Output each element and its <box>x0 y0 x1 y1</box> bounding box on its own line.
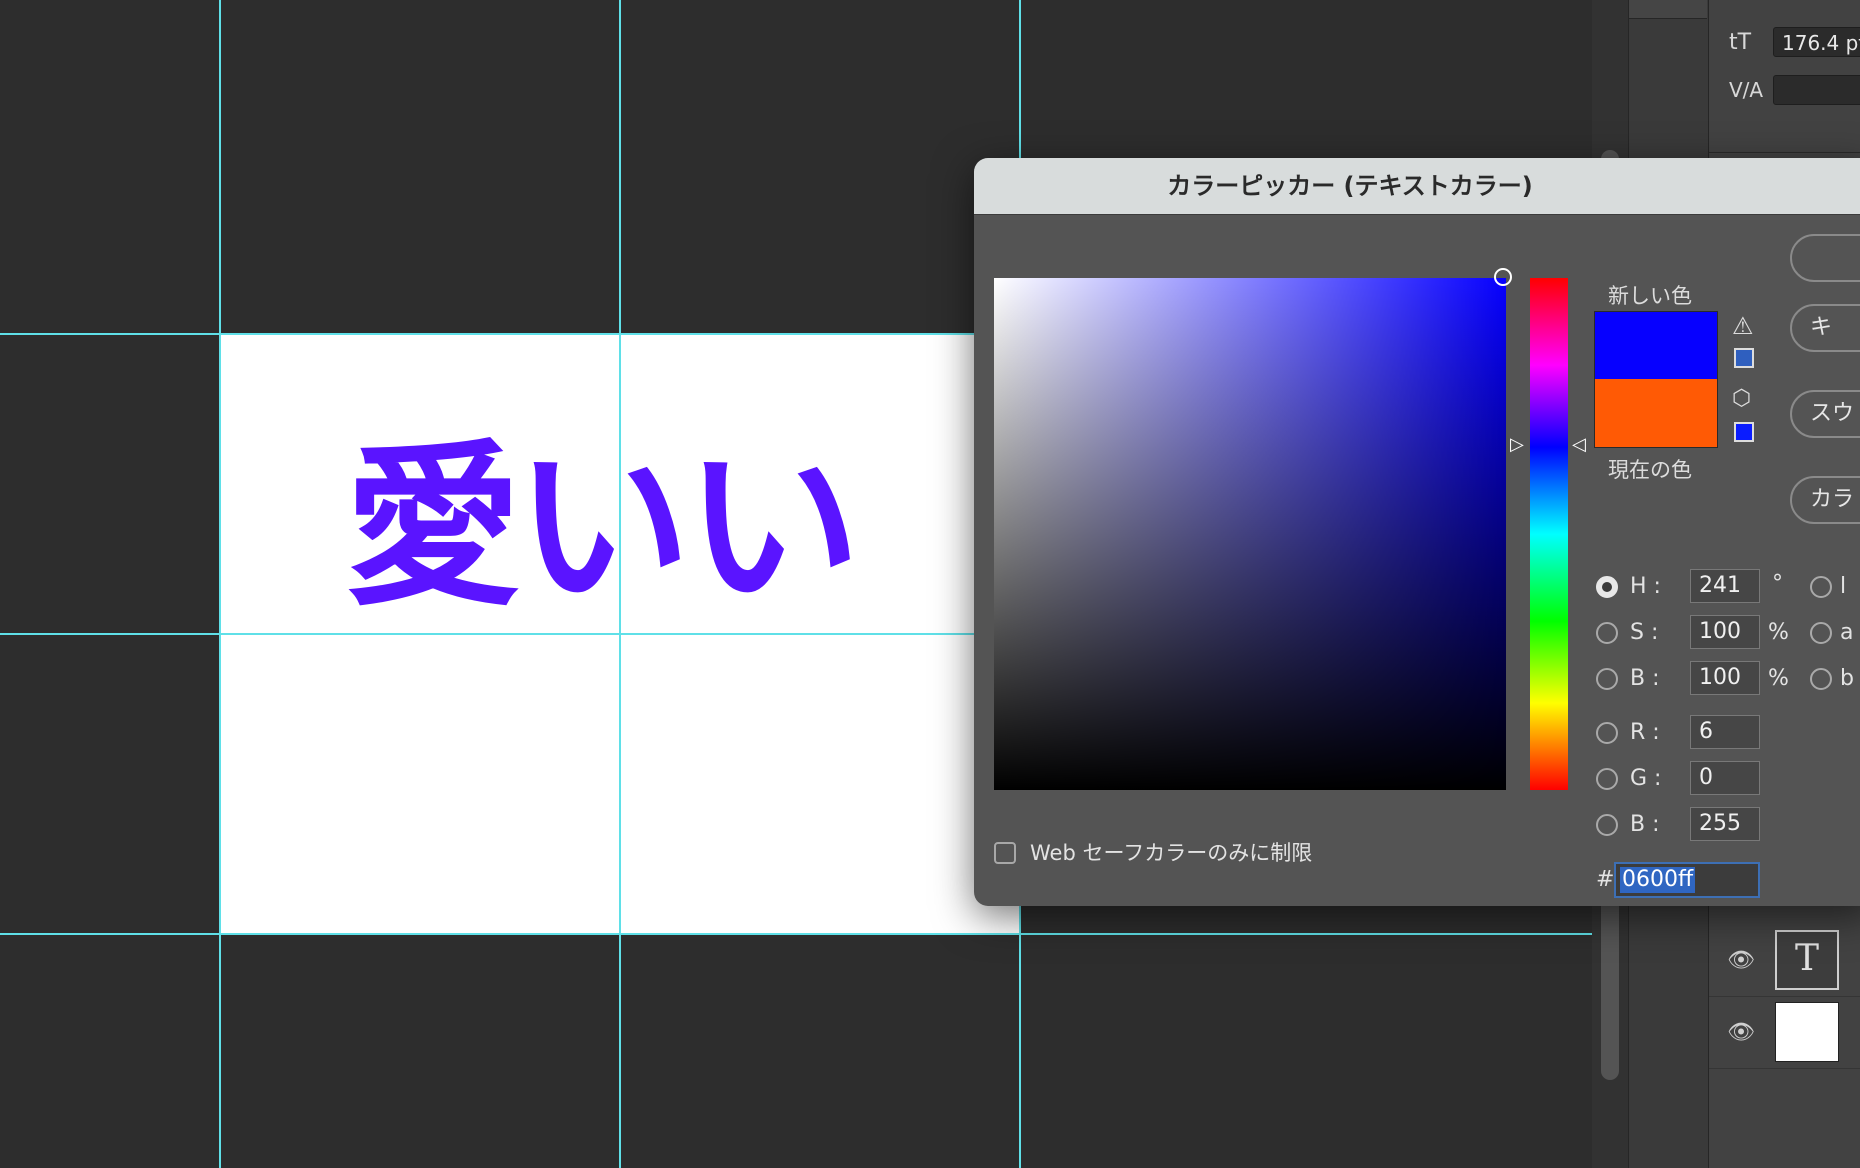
web-safe-label: Web セーフカラーのみに制限 <box>1030 841 1313 865</box>
red-field[interactable]: 6 <box>1690 715 1760 749</box>
hue-slider-left-arrow[interactable]: ▷ <box>1510 436 1524 454</box>
hue-slider[interactable] <box>1530 278 1568 790</box>
guide-vertical[interactable] <box>219 0 221 1168</box>
brightness-radio[interactable] <box>1596 668 1618 690</box>
current-color-label: 現在の色 <box>1608 458 1692 482</box>
green-field[interactable]: 0 <box>1690 761 1760 795</box>
hex-input[interactable]: 0600ff <box>1614 862 1760 898</box>
saturation-radio[interactable] <box>1596 622 1618 644</box>
layer-row-text[interactable]: 👁 T <box>1709 924 1860 997</box>
saturation-unit: % <box>1768 620 1789 645</box>
gamut-warning-swatch[interactable] <box>1734 348 1754 368</box>
color-field-marker[interactable] <box>1494 268 1512 286</box>
color-libraries-button[interactable]: カラ <box>1790 476 1860 524</box>
lab-b-label: b <box>1840 666 1854 691</box>
hue-field[interactable]: 241 <box>1690 569 1760 603</box>
eye-icon[interactable]: 👁 <box>1727 1020 1755 1045</box>
add-to-swatches-button[interactable]: スウ <box>1790 390 1860 438</box>
kerning-icon: V/A <box>1729 78 1764 102</box>
hue-unit: ° <box>1772 571 1783 596</box>
canvas-text-layer[interactable]: 愛いい <box>345 440 861 616</box>
new-color-label: 新しい色 <box>1608 284 1692 308</box>
guide-horizontal[interactable] <box>0 933 1592 935</box>
kerning-field[interactable] <box>1773 75 1860 105</box>
ok-button[interactable] <box>1790 234 1860 282</box>
font-size-field[interactable]: 176.4 pt <box>1773 27 1860 57</box>
web-safe-cube-icon[interactable]: ⬡ <box>1732 388 1751 410</box>
current-color-swatch[interactable] <box>1594 379 1718 448</box>
green-radio[interactable] <box>1596 768 1618 790</box>
layer-row-background[interactable]: 👁 <box>1709 996 1860 1069</box>
color-field[interactable] <box>994 268 1512 790</box>
brightness-unit: % <box>1768 666 1789 691</box>
eye-icon[interactable]: 👁 <box>1727 948 1755 973</box>
web-safe-swatch[interactable] <box>1734 422 1754 442</box>
red-radio[interactable] <box>1596 722 1618 744</box>
new-color-swatch <box>1594 311 1718 381</box>
blue-label: B : <box>1630 812 1660 837</box>
character-panel: tT 176.4 pt V/A <box>1709 0 1860 153</box>
lab-a-radio[interactable] <box>1810 622 1832 644</box>
fill-layer-thumbnail[interactable] <box>1775 1002 1839 1062</box>
hue-radio[interactable] <box>1596 576 1618 598</box>
font-size-row: tT 176.4 pt <box>1729 24 1860 60</box>
hex-input-selected-text[interactable]: 0600ff <box>1620 867 1696 893</box>
guide-vertical[interactable] <box>619 0 621 1168</box>
text-layer-thumbnail[interactable]: T <box>1775 930 1839 990</box>
hue-label: H : <box>1630 574 1661 599</box>
brightness-field[interactable]: 100 <box>1690 661 1760 695</box>
blue-field[interactable]: 255 <box>1690 807 1760 841</box>
blue-radio[interactable] <box>1596 814 1618 836</box>
brightness-label: B : <box>1630 666 1660 691</box>
layers-panel: 👁 T 👁 <box>1709 900 1860 1168</box>
gamut-warning-icon[interactable]: ⚠ <box>1732 314 1754 338</box>
lab-a-label: a <box>1840 620 1854 645</box>
dialog-title: カラーピッカー (テキストカラー) <box>1167 172 1533 200</box>
red-label: R : <box>1630 720 1660 745</box>
kerning-row: V/A <box>1729 72 1860 108</box>
hex-hash-label: # <box>1596 867 1615 892</box>
lab-l-label: l <box>1840 574 1847 599</box>
color-picker-dialog: カラーピッカー (テキストカラー) ▷ ◁ 新しい色 現在の色 ⚠ ⬡ キ スウ… <box>974 158 1860 906</box>
cancel-button[interactable]: キ <box>1790 304 1860 352</box>
saturation-label: S : <box>1630 620 1659 645</box>
font-size-icon: tT <box>1729 29 1752 55</box>
green-label: G : <box>1630 766 1662 791</box>
lab-b-radio[interactable] <box>1810 668 1832 690</box>
lab-l-radio[interactable] <box>1810 576 1832 598</box>
panel-tab-cell[interactable] <box>1629 0 1707 19</box>
dialog-titlebar[interactable]: カラーピッカー (テキストカラー) <box>974 158 1860 215</box>
hue-slider-right-arrow[interactable]: ◁ <box>1572 436 1586 454</box>
saturation-field[interactable]: 100 <box>1690 615 1760 649</box>
web-safe-checkbox[interactable] <box>994 842 1016 864</box>
